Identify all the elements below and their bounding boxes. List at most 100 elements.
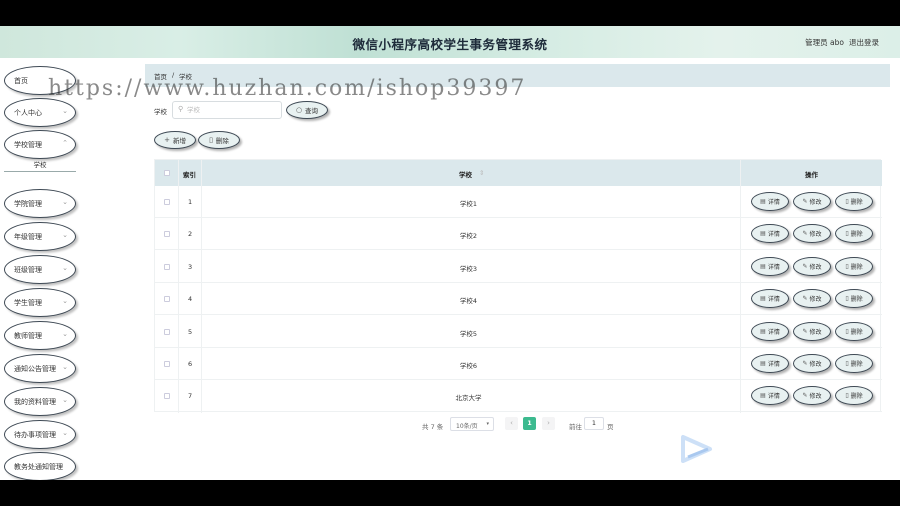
detail-icon: ▤ bbox=[760, 295, 766, 303]
detail-button[interactable]: ▤ 详情 bbox=[751, 354, 789, 373]
row-school: 学校1 bbox=[459, 200, 478, 208]
edit-button[interactable]: ✎ 修改 bbox=[793, 289, 831, 309]
table-row: 4 学校4 ▤ 详情 ✎ 修改 ▯ 删除 bbox=[155, 283, 882, 316]
sidebar-item-teacher-mgmt[interactable]: 教师管理 ⌄ bbox=[4, 321, 76, 350]
edit-icon: ✎ bbox=[802, 327, 808, 335]
detail-button[interactable]: ▤ 详情 bbox=[751, 256, 789, 276]
chevron-down-icon: ⌄ bbox=[62, 107, 68, 115]
pagination-total: 共 7 条 bbox=[422, 423, 444, 431]
detail-button[interactable]: ▤ 详情 bbox=[751, 386, 789, 406]
data-table: 索引 学校 ⇕ 操作 1 学校1 ▤ 详情 ✎ 修改 ▯ 删除 2 学校2 ▤ 详情 ✎ 修改 ▯ 删除 3 学校… bbox=[154, 159, 882, 413]
detail-icon: ▤ bbox=[760, 392, 766, 400]
delete-button[interactable]: ▯ 删除 bbox=[835, 256, 873, 276]
sidebar-item-label: 班级管理 bbox=[14, 266, 42, 274]
sidebar-item-label: 首页 bbox=[14, 77, 28, 85]
batch-delete-button[interactable]: ▯ 删除 bbox=[198, 131, 240, 149]
edit-icon: ✎ bbox=[802, 262, 808, 270]
top-header: 微信小程序高校学生事务管理系统 管理员 abo 退出登录 bbox=[0, 26, 900, 58]
edit-button[interactable]: ✎ 修改 bbox=[793, 192, 831, 211]
table-row: 6 学校6 ▤ 详情 ✎ 修改 ▯ 删除 bbox=[155, 348, 882, 380]
edit-icon: ✎ bbox=[802, 230, 808, 238]
column-header-school[interactable]: 学校 bbox=[459, 169, 472, 179]
chevron-down-icon: ⌄ bbox=[62, 198, 68, 206]
delete-button[interactable]: ▯ 删除 bbox=[835, 386, 873, 406]
page-size-select[interactable]: 10条/页 ▾ bbox=[450, 417, 494, 431]
table-row: 1 学校1 ▤ 详情 ✎ 修改 ▯ 删除 bbox=[155, 186, 882, 218]
sidebar-subitem-label: 学校 bbox=[33, 161, 47, 169]
search-input[interactable] bbox=[187, 105, 277, 116]
edit-button[interactable]: ✎ 修改 bbox=[793, 386, 831, 406]
delete-button[interactable]: ▯ 删除 bbox=[835, 354, 873, 373]
logo-icon bbox=[681, 435, 712, 463]
search-field[interactable]: ⚲ bbox=[172, 101, 282, 119]
sidebar-item-student-mgmt[interactable]: 学生管理 ⌄ bbox=[4, 288, 76, 317]
edit-button[interactable]: ✎ 修改 bbox=[793, 321, 831, 341]
sidebar-item-todo-mgmt[interactable]: 待办事项管理 ⌄ bbox=[4, 420, 76, 449]
detail-button[interactable]: ▤ 详情 bbox=[751, 321, 789, 341]
trash-icon: ▯ bbox=[845, 327, 849, 335]
delete-button[interactable]: ▯ 删除 bbox=[835, 289, 873, 309]
sidebar-item-mydata-mgmt[interactable]: 我的资料管理 ⌄ bbox=[4, 387, 76, 416]
goto-label: 前往 bbox=[569, 423, 582, 431]
edit-button[interactable]: ✎ 修改 bbox=[793, 354, 831, 373]
detail-button[interactable]: ▤ 详情 bbox=[751, 192, 789, 211]
edit-button[interactable]: ✎ 修改 bbox=[793, 256, 831, 276]
detail-button[interactable]: ▤ 详情 bbox=[751, 224, 789, 244]
current-user: 管理员 abo bbox=[805, 38, 844, 47]
sidebar-item-class-mgmt[interactable]: 班级管理 ⌄ bbox=[4, 255, 76, 284]
table-row: 7 北京大学 ▤ 详情 ✎ 修改 ▯ 删除 bbox=[155, 380, 882, 413]
sidebar-item-notice-mgmt[interactable]: 通知公告管理 ⌄ bbox=[4, 354, 76, 383]
sidebar-item-label: 学院管理 bbox=[14, 200, 42, 208]
search-icon: ○ bbox=[295, 106, 303, 114]
column-header-index: 索引 bbox=[183, 171, 196, 179]
chevron-down-icon: ⌄ bbox=[62, 429, 68, 437]
next-page-button[interactable]: › bbox=[542, 417, 555, 430]
app-title: 微信小程序高校学生事务管理系统 bbox=[352, 37, 548, 52]
prev-page-button[interactable]: ‹ bbox=[505, 417, 518, 430]
sort-icon[interactable]: ⇕ bbox=[479, 169, 484, 177]
trash-icon: ▯ bbox=[845, 295, 849, 303]
app-window: 微信小程序高校学生事务管理系统 管理员 abo 退出登录 首页 个人中心 ⌄ 学… bbox=[0, 26, 900, 480]
table-row: 2 学校2 ▤ 详情 ✎ 修改 ▯ 删除 bbox=[155, 218, 882, 251]
sidebar-item-label: 年级管理 bbox=[14, 233, 42, 241]
chevron-up-icon: ⌃ bbox=[62, 139, 68, 147]
table-header: 索引 学校 ⇕ 操作 bbox=[155, 160, 882, 186]
detail-icon: ▤ bbox=[760, 327, 766, 335]
current-page[interactable]: 1 bbox=[523, 417, 536, 430]
sidebar-item-academic-notice-mgmt[interactable]: 教务处通知管理 bbox=[4, 452, 76, 480]
goto-page-input[interactable]: 1 bbox=[584, 417, 604, 430]
plus-icon: + bbox=[164, 136, 170, 144]
sidebar-item-label: 我的资料管理 bbox=[14, 398, 56, 406]
sidebar-item-school-mgmt[interactable]: 学校管理 ⌃ bbox=[4, 130, 76, 159]
logout-link[interactable]: 退出登录 bbox=[849, 37, 879, 48]
sidebar-item-label: 待办事项管理 bbox=[14, 431, 56, 439]
sidebar-item-grade-mgmt[interactable]: 年级管理 ⌄ bbox=[4, 222, 76, 251]
sidebar: 首页 个人中心 ⌄ 学校管理 ⌃ 学校 学院管理 ⌄ 年级管理 ⌄ 班级管理 ⌄… bbox=[0, 58, 82, 480]
detail-icon: ▤ bbox=[760, 360, 766, 367]
delete-button[interactable]: ▯ 删除 bbox=[835, 224, 873, 244]
row-school: 北京大学 bbox=[455, 394, 482, 403]
sidebar-item-profile[interactable]: 个人中心 ⌄ bbox=[4, 98, 76, 127]
search-button[interactable]: ○ 查询 bbox=[286, 101, 328, 119]
edit-icon: ✎ bbox=[802, 198, 808, 205]
detail-button[interactable]: ▤ 详情 bbox=[751, 289, 789, 309]
sidebar-item-label: 教务处通知管理 bbox=[14, 463, 63, 471]
delete-button[interactable]: ▯ 删除 bbox=[835, 321, 873, 341]
delete-button[interactable]: ▯ 删除 bbox=[835, 192, 873, 211]
trash-icon: ▯ bbox=[845, 360, 849, 367]
sidebar-item-label: 教师管理 bbox=[14, 332, 42, 340]
sidebar-item-label: 个人中心 bbox=[14, 109, 42, 117]
chevron-down-icon: ⌄ bbox=[62, 297, 68, 305]
edit-button[interactable]: ✎ 修改 bbox=[793, 224, 831, 244]
select-all-checkbox[interactable] bbox=[164, 170, 170, 176]
add-button[interactable]: + 新增 bbox=[154, 131, 196, 149]
detail-icon: ▤ bbox=[760, 198, 766, 205]
search-icon: ⚲ bbox=[178, 105, 184, 113]
sidebar-item-college-mgmt[interactable]: 学院管理 ⌄ bbox=[4, 189, 76, 218]
row-school: 学校2 bbox=[459, 232, 478, 241]
trash-icon: ▯ bbox=[845, 392, 849, 400]
chevron-down-icon: ⌄ bbox=[62, 363, 68, 371]
row-school: 学校5 bbox=[459, 329, 478, 338]
chevron-down-icon: ⌄ bbox=[62, 231, 68, 239]
sidebar-subitem-school[interactable]: 学校 bbox=[4, 156, 76, 172]
